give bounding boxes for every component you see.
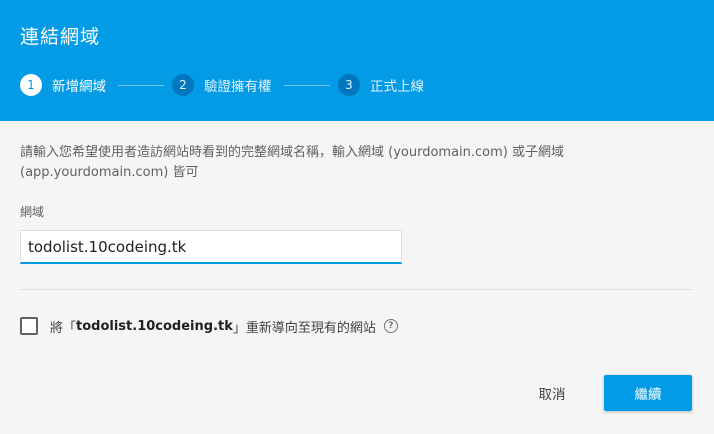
- stepper: 1 新增網域 2 驗證擁有權 3 正式上線: [20, 73, 700, 97]
- domain-input-wrapper: [20, 230, 402, 264]
- connect-domain-dialog: 連結網域 1 新增網域 2 驗證擁有權 3 正式上線 請輸入您希望使用者造訪網站…: [0, 0, 714, 434]
- step-go-live: 3 正式上線: [338, 73, 424, 97]
- domain-description: 請輸入您希望使用者造訪網站時看到的完整網域名稱，輸入網域 (yourdomain…: [20, 145, 564, 180]
- step-number-2: 2: [172, 74, 194, 96]
- redirect-label-suffix: 」重新導向至現有的網站: [232, 320, 376, 336]
- redirect-label-prefix: 將「: [50, 320, 77, 336]
- step-number-3: 3: [338, 74, 360, 96]
- step-label-go-live: 正式上線: [370, 79, 424, 95]
- cancel-button[interactable]: 取消: [522, 374, 582, 412]
- step-connector-2: [284, 85, 330, 86]
- step-label-add-domain: 新增網域: [52, 79, 106, 95]
- help-circle-icon[interactable]: ?: [383, 319, 398, 333]
- step-label-verify-ownership: 驗證擁有權: [204, 79, 272, 95]
- redirect-option: 將「 todolist.10codeing.tk 」重新導向至現有的網站 ?: [20, 315, 398, 337]
- divider: [20, 289, 692, 290]
- dialog-footer: 取消 繼續: [0, 374, 714, 412]
- continue-button[interactable]: 繼續: [604, 375, 692, 411]
- domain-input[interactable]: [21, 231, 401, 262]
- redirect-checkbox[interactable]: [20, 317, 38, 335]
- dialog-title: 連結網域: [20, 26, 101, 48]
- step-number-1: 1: [20, 74, 42, 96]
- step-connector-1: [118, 85, 164, 86]
- dialog-header: 連結網域 1 新增網域 2 驗證擁有權 3 正式上線: [0, 0, 714, 121]
- step-add-domain: 1 新增網域: [20, 73, 106, 97]
- step-verify-ownership: 2 驗證擁有權: [172, 73, 272, 97]
- redirect-label-domain: todolist.10codeing.tk: [76, 318, 233, 334]
- domain-field-label: 網域: [20, 205, 45, 219]
